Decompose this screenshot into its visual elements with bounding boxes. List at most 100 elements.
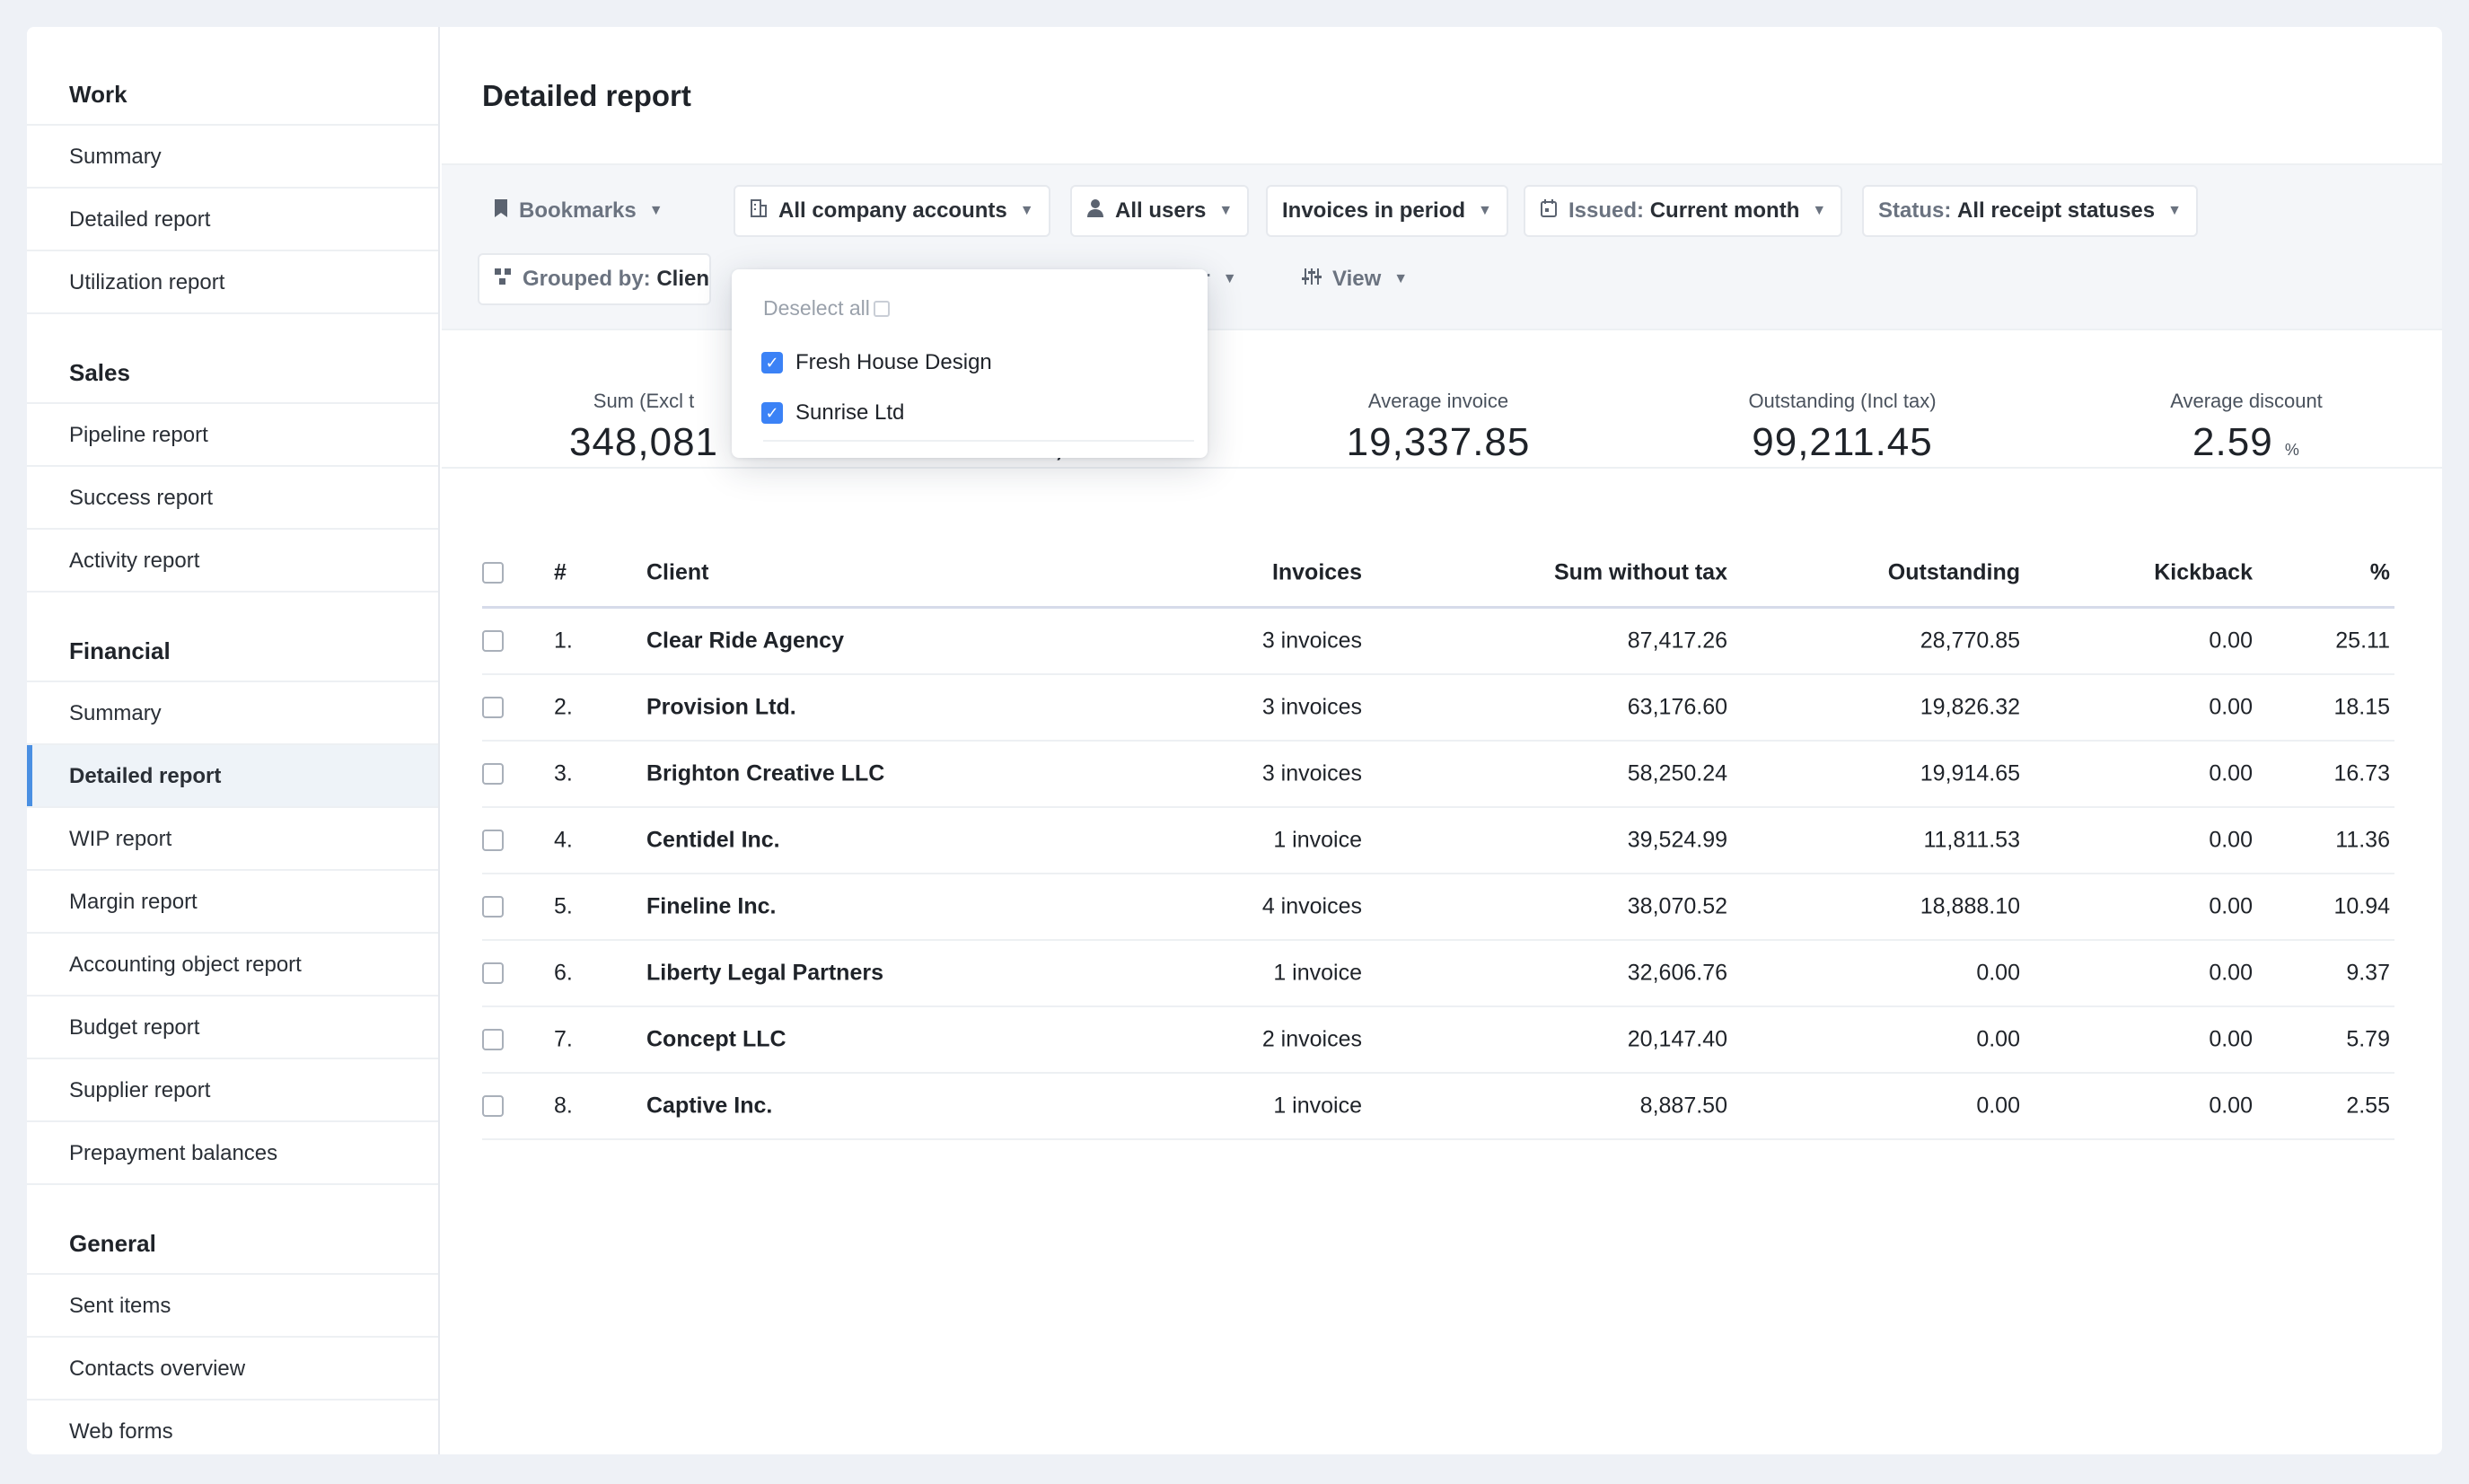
app-frame: Work Summary Detailed report Utilization re… bbox=[27, 27, 2442, 1454]
dropdown-divider bbox=[763, 440, 1194, 442]
chevron-down-icon: ▼ bbox=[1218, 203, 1234, 218]
header-client[interactable]: Client bbox=[646, 559, 708, 585]
sidebar-item-wip-report[interactable]: WIP report bbox=[27, 808, 438, 871]
table-row[interactable]: 2. Provision Ltd. 3 invoices 63,176.60 19,82… bbox=[482, 675, 2394, 742]
row-checkbox[interactable] bbox=[482, 763, 504, 785]
sidebar-item-budget-report[interactable]: Budget report bbox=[27, 997, 438, 1059]
table-row[interactable]: 7. Concept LLC 2 invoices 20,147.40 0.00 0.00… bbox=[482, 1007, 2394, 1074]
users-filter[interactable]: All users ▼ bbox=[1070, 185, 1250, 237]
table-row[interactable]: 5. Fineline Inc. 4 invoices 38,070.52 18,888… bbox=[482, 874, 2394, 941]
sidebar-item-pipeline-report[interactable]: Pipeline report bbox=[27, 404, 438, 467]
sidebar-item-prepayment-balances[interactable]: Prepayment balances bbox=[27, 1122, 438, 1185]
invoices-period-filter[interactable]: Invoices in period ▼ bbox=[1266, 185, 1508, 237]
sidebar-item-activity-report[interactable]: Activity report bbox=[27, 530, 438, 593]
header-outstanding[interactable]: Outstanding bbox=[1888, 559, 2020, 585]
calendar-icon bbox=[1540, 198, 1558, 224]
company-accounts-filter[interactable]: All company accounts ▼ bbox=[734, 185, 1050, 237]
chevron-down-icon: ▼ bbox=[1478, 203, 1492, 218]
row-number: 2. bbox=[554, 694, 573, 720]
row-percent: 25.11 bbox=[2335, 628, 2390, 654]
select-all-checkbox[interactable] bbox=[482, 561, 504, 584]
row-sum: 8,887.50 bbox=[1639, 1093, 1727, 1119]
table-row[interactable]: 1. Clear Ride Agency 3 invoices 87,417.26 28… bbox=[482, 609, 2394, 675]
row-client[interactable]: Brighton Creative LLC bbox=[646, 761, 884, 787]
account-option-fresh-house-design[interactable]: ✓ Fresh House Design bbox=[761, 350, 992, 375]
row-client[interactable]: Centidel Inc. bbox=[646, 828, 780, 854]
stat-outstanding-value: 99,211.45 bbox=[1752, 420, 1933, 464]
sidebar-section-title: Sales bbox=[27, 341, 438, 404]
sidebar-section-title: General bbox=[27, 1212, 438, 1275]
sidebar-item-utilization-report[interactable]: Utilization report bbox=[27, 251, 438, 314]
row-number: 5. bbox=[554, 893, 573, 919]
sidebar-item-supplier-report[interactable]: Supplier report bbox=[27, 1059, 438, 1122]
row-kickback: 0.00 bbox=[2209, 1026, 2253, 1052]
percent-unit: % bbox=[2284, 441, 2300, 459]
row-client[interactable]: Provision Ltd. bbox=[646, 695, 796, 721]
sidebar-item-contacts-overview[interactable]: Contacts overview bbox=[27, 1338, 438, 1401]
header-kickback[interactable]: Kickback bbox=[2154, 559, 2253, 585]
grouped-by-filter[interactable]: Grouped by: Clien bbox=[478, 253, 711, 305]
sidebar-item-summary[interactable]: Summary bbox=[27, 682, 438, 745]
row-checkbox[interactable] bbox=[482, 630, 504, 652]
issued-filter[interactable]: Issued: Current month ▼ bbox=[1524, 185, 1843, 237]
account-option-sunrise-ltd[interactable]: ✓ Sunrise Ltd bbox=[761, 400, 904, 426]
sidebar-item-summary[interactable]: Summary bbox=[27, 126, 438, 189]
row-sum: 32,606.76 bbox=[1627, 960, 1727, 986]
sidebar-item-margin-report[interactable]: Margin report bbox=[27, 871, 438, 934]
sidebar-item-accounting-object-report[interactable]: Accounting object report bbox=[27, 934, 438, 997]
row-number: 1. bbox=[554, 628, 573, 654]
checkbox-checked-icon[interactable]: ✓ bbox=[761, 402, 783, 424]
row-outstanding: 0.00 bbox=[1976, 1093, 2020, 1119]
sidebar-section-title: Work bbox=[27, 63, 438, 126]
chevron-down-icon: ▼ bbox=[1393, 271, 1409, 286]
deselect-all-button[interactable]: Deselect all bbox=[763, 296, 890, 321]
sidebar-item-sent-items[interactable]: Sent items bbox=[27, 1275, 438, 1338]
row-percent: 18.15 bbox=[2333, 694, 2390, 720]
stat-sum-value: 348,081 bbox=[568, 420, 719, 464]
row-client[interactable]: Captive Inc. bbox=[646, 1093, 772, 1120]
row-outstanding: 0.00 bbox=[1976, 960, 2020, 986]
deselect-all-checkbox[interactable] bbox=[873, 300, 890, 317]
header-sum[interactable]: Sum without tax bbox=[1554, 559, 1727, 585]
row-client[interactable]: Clear Ride Agency bbox=[646, 628, 844, 654]
row-number: 4. bbox=[554, 827, 573, 853]
sidebar-item-detailed-report[interactable]: Detailed report bbox=[27, 745, 438, 808]
header-percent[interactable]: % bbox=[2370, 559, 2390, 585]
row-checkbox[interactable] bbox=[482, 1095, 504, 1117]
table-row[interactable]: 4. Centidel Inc. 1 invoice 39,524.99 11,811.… bbox=[482, 808, 2394, 874]
sidebar-item-success-report[interactable]: Success report bbox=[27, 467, 438, 530]
sidebar-top-gap bbox=[27, 27, 438, 63]
report-table: # Client Invoices Sum without tax Outsta… bbox=[482, 539, 2394, 1140]
status-filter[interactable]: Status: All receipt statuses ▼ bbox=[1862, 185, 2198, 237]
view-button[interactable]: View ▼ bbox=[1286, 253, 1424, 305]
chevron-down-icon: ▼ bbox=[1222, 271, 1237, 286]
row-client[interactable]: Concept LLC bbox=[646, 1027, 786, 1053]
row-client[interactable]: Liberty Legal Partners bbox=[646, 961, 883, 987]
sidebar-item-web-forms[interactable]: Web forms bbox=[27, 1401, 438, 1454]
sidebar-section-gap bbox=[27, 314, 438, 341]
row-percent: 2.55 bbox=[2346, 1093, 2390, 1119]
sidebar-item-detailed-report[interactable]: Detailed report bbox=[27, 189, 438, 251]
row-checkbox[interactable] bbox=[482, 830, 504, 851]
table-row[interactable]: 6. Liberty Legal Partners 1 invoice 32,606.… bbox=[482, 941, 2394, 1007]
row-client[interactable]: Fineline Inc. bbox=[646, 894, 776, 920]
grouped-by-label: Grouped by: bbox=[523, 267, 651, 291]
stat-average-invoice: Average invoice 19,337.85 bbox=[1304, 390, 1573, 465]
table-row[interactable]: 8. Captive Inc. 1 invoice 8,887.50 0.00 0.00 2… bbox=[482, 1074, 2394, 1140]
bookmarks-filter[interactable]: Bookmarks ▼ bbox=[478, 185, 680, 237]
row-checkbox[interactable] bbox=[482, 1029, 504, 1050]
chevron-down-icon: ▼ bbox=[2167, 203, 2182, 218]
row-checkbox[interactable] bbox=[482, 697, 504, 718]
table-row[interactable]: 3. Brighton Creative LLC 3 invoices 58,250.… bbox=[482, 742, 2394, 808]
chevron-down-icon: ▼ bbox=[1019, 203, 1034, 218]
checkbox-checked-icon[interactable]: ✓ bbox=[761, 352, 783, 373]
stat-outstanding: Outstanding (Incl tax) 99,211.45 bbox=[1690, 390, 1995, 465]
row-outstanding: 18,888.10 bbox=[1920, 893, 2020, 919]
row-outstanding: 28,770.85 bbox=[1920, 628, 2020, 654]
row-checkbox[interactable] bbox=[482, 962, 504, 984]
row-sum: 20,147.40 bbox=[1627, 1026, 1727, 1052]
row-checkbox[interactable] bbox=[482, 896, 504, 918]
header-invoices[interactable]: Invoices bbox=[1272, 559, 1362, 585]
row-kickback: 0.00 bbox=[2209, 827, 2253, 853]
users-label: All users bbox=[1115, 198, 1207, 223]
